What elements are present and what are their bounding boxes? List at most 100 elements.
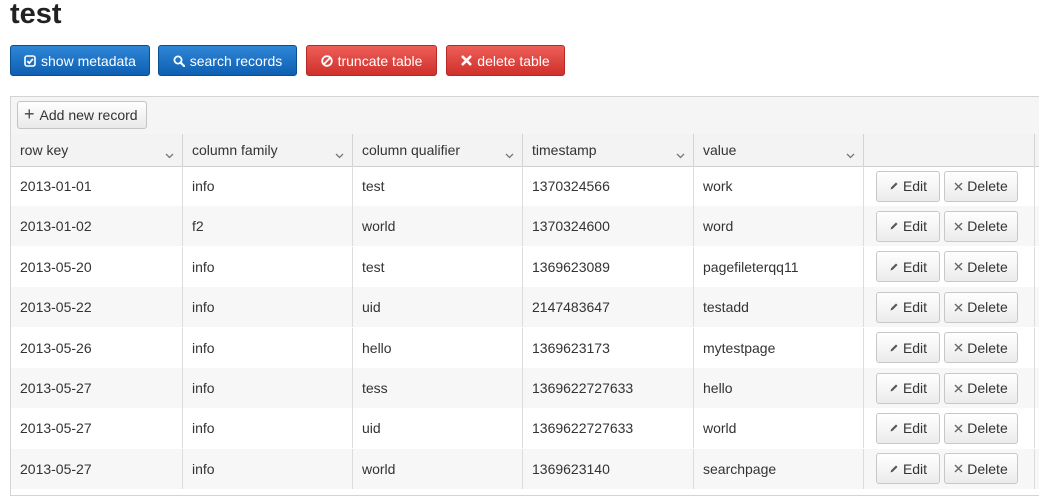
table-row[interactable]: 2013-05-20 info test 1369623089 pagefileterq… — [11, 246, 1039, 287]
table-cell: 2013-05-27 — [11, 368, 183, 408]
edit-button[interactable]: Edit — [876, 170, 940, 202]
table-cell: f2 — [183, 206, 353, 247]
close-icon — [954, 182, 963, 191]
table-cell: word — [694, 206, 864, 247]
table-cell: info — [183, 368, 353, 408]
table-cell: 2013-01-02 — [11, 206, 183, 247]
delete-button[interactable]: Delete — [944, 170, 1018, 202]
delete-table-label: delete table — [477, 52, 550, 69]
delete-button[interactable]: Delete — [944, 453, 1018, 485]
table-cell: 2013-05-26 — [11, 327, 183, 368]
edit-label: Edit — [902, 218, 928, 235]
add-new-record-button[interactable]: + Add new record — [17, 101, 147, 129]
edit-label: Edit — [902, 339, 928, 356]
table-cell: mytestpage — [694, 327, 864, 368]
edit-button[interactable]: Edit — [876, 372, 940, 404]
table-row[interactable]: 2013-05-27 info tess 1369622727633 hello Edit… — [11, 368, 1039, 408]
table-cell: info — [183, 166, 353, 206]
close-icon — [954, 262, 963, 271]
truncate-table-button[interactable]: truncate table — [306, 45, 437, 76]
add-new-record-label: Add new record — [39, 107, 138, 123]
delete-button[interactable]: Delete — [944, 251, 1018, 283]
table-cell: info — [183, 287, 353, 328]
table-cell: 2147483647 — [523, 287, 694, 328]
table-cell: info — [183, 246, 353, 287]
chevron-down-icon[interactable] — [335, 146, 344, 162]
delete-label: Delete — [967, 460, 1008, 477]
page-title: test — [10, 0, 62, 30]
edit-button[interactable]: Edit — [876, 412, 940, 444]
table-cell: uid — [353, 408, 523, 449]
edit-label: Edit — [902, 420, 928, 437]
table-row[interactable]: 2013-05-22 info uid 2147483647 testadd Edit De… — [11, 287, 1039, 328]
delete-table-button[interactable]: delete table — [446, 45, 565, 76]
table-cell: 1369622727633 — [523, 408, 694, 449]
truncate-table-label: truncate table — [337, 52, 423, 69]
edit-button[interactable]: Edit — [876, 453, 940, 485]
pencil-icon — [889, 423, 899, 433]
column-header-row-key[interactable]: row key — [11, 134, 183, 166]
show-metadata-label: show metadata — [41, 52, 136, 69]
chevron-down-icon[interactable] — [165, 146, 174, 162]
edit-button[interactable]: Edit — [876, 210, 940, 242]
edit-label: Edit — [902, 460, 928, 477]
row-actions: Edit Delete — [864, 327, 1035, 368]
delete-button[interactable]: Delete — [944, 332, 1018, 364]
table-cell: 1370324600 — [523, 206, 694, 247]
column-header-timestamp[interactable]: timestamp — [523, 134, 694, 166]
delete-label: Delete — [967, 299, 1008, 316]
table-cell: 2013-05-27 — [11, 448, 183, 489]
table-row[interactable]: 2013-01-02 f2 world 1370324600 word Edit Delet… — [11, 206, 1039, 247]
column-header-value[interactable]: value — [694, 134, 864, 166]
pencil-icon — [889, 464, 899, 474]
table-cell: hello — [353, 327, 523, 368]
row-actions: Edit Delete — [864, 206, 1035, 247]
column-header-column-qualifier[interactable]: column qualifier — [353, 134, 523, 166]
table-row[interactable]: 2013-05-27 info uid 1369622727633 world Edit D… — [11, 408, 1039, 449]
edit-button[interactable]: Edit — [876, 332, 940, 364]
plus-icon: + — [24, 104, 35, 124]
search-records-button[interactable]: search records — [158, 45, 297, 76]
table-cell: 1369622727633 — [523, 368, 694, 408]
delete-button[interactable]: Delete — [944, 291, 1018, 323]
column-header-label: row key — [20, 142, 69, 158]
table-cell: 2013-05-27 — [11, 408, 183, 449]
chevron-down-icon[interactable] — [846, 146, 855, 162]
chevron-down-icon[interactable] — [676, 146, 685, 162]
table-cell: 2013-05-22 — [11, 287, 183, 328]
edit-button[interactable]: Edit — [876, 251, 940, 283]
table-cell: 1369623089 — [523, 246, 694, 287]
close-icon — [954, 222, 963, 231]
pencil-icon — [889, 181, 899, 191]
check-square-icon — [24, 54, 36, 67]
delete-label: Delete — [967, 178, 1008, 194]
column-header-row: row key column family column qualifier t… — [11, 134, 1039, 167]
delete-button[interactable]: Delete — [944, 210, 1018, 242]
pencil-icon — [889, 262, 899, 272]
table-cell: 1369623140 — [523, 448, 694, 489]
show-metadata-button[interactable]: show metadata — [10, 45, 150, 76]
column-header-actions — [864, 134, 1035, 166]
delete-button[interactable]: Delete — [944, 372, 1018, 404]
column-header-column-family[interactable]: column family — [183, 134, 353, 166]
grid-toolbar: + Add new record — [11, 97, 1039, 135]
pencil-icon — [889, 221, 899, 231]
table-cell: 2013-05-20 — [11, 246, 183, 287]
table-row[interactable]: 2013-01-01 info test 1370324566 work Edit Dele… — [11, 166, 1039, 206]
delete-button[interactable]: Delete — [944, 412, 1018, 444]
edit-label: Edit — [902, 380, 928, 396]
column-header-label: value — [703, 142, 737, 158]
delete-label: Delete — [967, 339, 1008, 356]
table-row[interactable]: 2013-05-27 info world 1369623140 searchpage E… — [11, 448, 1039, 489]
table-cell: work — [694, 166, 864, 206]
pencil-icon — [889, 343, 899, 353]
table-cell: world — [694, 408, 864, 449]
table-cell: uid — [353, 287, 523, 328]
chevron-down-icon[interactable] — [505, 146, 514, 162]
table-cell: test — [353, 166, 523, 206]
ban-icon — [320, 54, 333, 67]
pencil-icon — [889, 302, 899, 312]
table-cell: test — [353, 246, 523, 287]
edit-button[interactable]: Edit — [876, 291, 940, 323]
table-row[interactable]: 2013-05-26 info hello 1369623173 mytestpage E… — [11, 327, 1039, 368]
